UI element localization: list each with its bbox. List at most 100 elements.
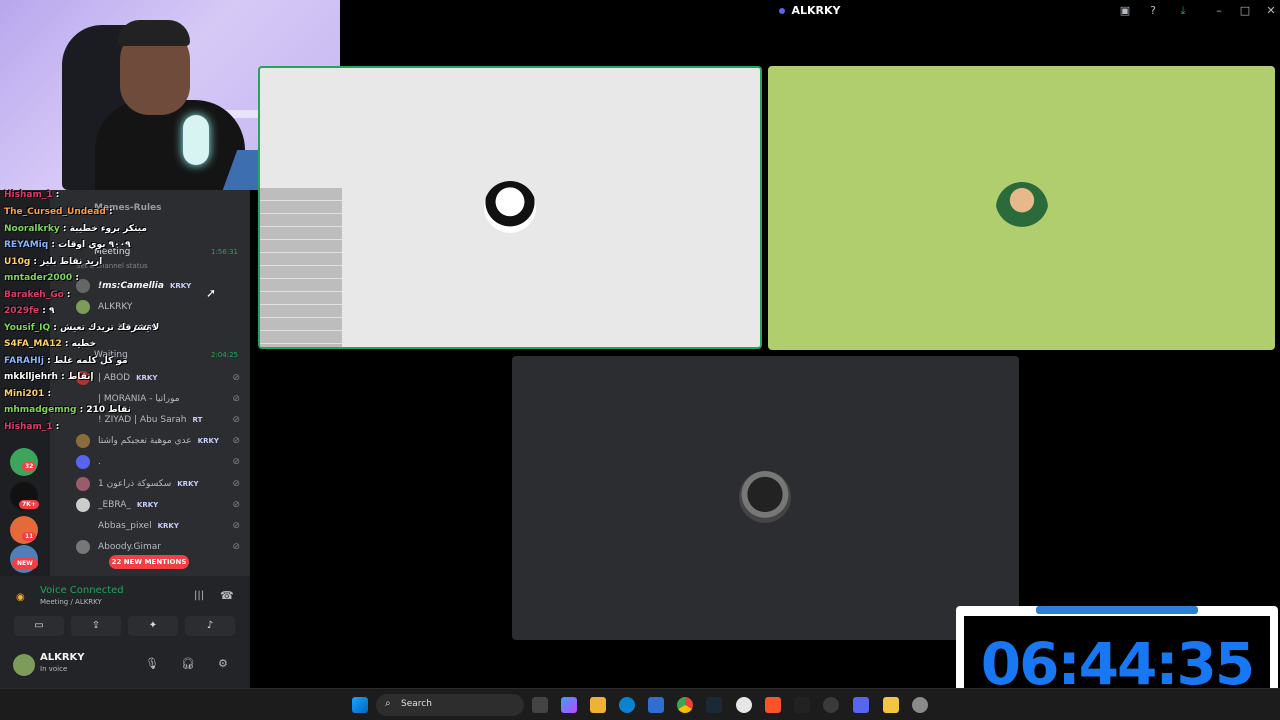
- screen-share-icon[interactable]: ▣: [1118, 4, 1132, 18]
- participant-tile[interactable]: [768, 66, 1275, 350]
- chat-message: Hisham_1 :: [4, 190, 60, 200]
- discord-icon[interactable]: [853, 697, 869, 713]
- disconnect-icon[interactable]: ☎: [220, 589, 234, 602]
- settings-icon[interactable]: [912, 697, 928, 713]
- discord-logo-icon: [779, 8, 786, 14]
- chat-message: U10g : اريد نقاط بليز: [4, 257, 103, 267]
- notes-icon[interactable]: [883, 697, 899, 713]
- avatar: [76, 477, 90, 491]
- member-row[interactable]: 1 سكسوكة ذراعون KRKY ⊘: [76, 474, 246, 494]
- member-row[interactable]: ALKRKY: [76, 297, 246, 317]
- avatar: [76, 519, 90, 533]
- deafened-icon: ⊘: [232, 373, 240, 383]
- avatar: [76, 413, 90, 427]
- deafened-icon: ⊘: [232, 542, 240, 552]
- deafened-icon: ⊘: [232, 457, 240, 467]
- copilot-icon[interactable]: [561, 697, 577, 713]
- connection-icon: ◉: [16, 592, 25, 603]
- member-row[interactable]: عدي موهبة تعجبكم واشتا KRKY ⊘: [76, 431, 246, 451]
- discord-app: ALKRKY ▣ ? ⤓ – □ ✕ 32 7K+ 11 NEW Memes-R…: [0, 0, 1280, 688]
- noise-suppression-icon[interactable]: |||: [194, 590, 204, 601]
- taskbar-search[interactable]: ⌕ Search: [376, 694, 524, 716]
- edge-icon[interactable]: [619, 697, 635, 713]
- app-icon[interactable]: [823, 697, 839, 713]
- member-row[interactable]: Aboody.Gimar ⊘: [76, 537, 246, 557]
- screen-share-button[interactable]: ⇪: [71, 616, 121, 636]
- voice-location: Meeting / ALKRKY: [40, 598, 102, 606]
- mouse-cursor-icon: ➚: [206, 286, 217, 300]
- deafened-icon: ⊘: [232, 479, 240, 489]
- voice-connected-status[interactable]: Voice Connected: [40, 585, 124, 596]
- avatar: [76, 300, 90, 314]
- user-name: ALKRKY: [40, 652, 85, 663]
- microphone-icon[interactable]: 🎙︎: [145, 657, 159, 670]
- window-title: ALKRKY: [340, 4, 1280, 17]
- chat-message: Nooralkrky : مبتكر بروء خطيبة: [4, 224, 147, 234]
- activities-button[interactable]: ✦: [128, 616, 178, 636]
- title-bar: ALKRKY ▣ ? ⤓ – □ ✕: [340, 0, 1280, 22]
- close-button[interactable]: ✕: [1264, 4, 1278, 18]
- help-icon[interactable]: ?: [1146, 4, 1160, 18]
- participant-avatar: [739, 471, 791, 523]
- chat-message: Barakeh_Go :: [4, 290, 71, 300]
- brave-icon[interactable]: [765, 697, 781, 713]
- server-badge: 11: [22, 532, 37, 541]
- shared-screen-strip: [260, 188, 342, 347]
- chat-message: mkklljehrh : إنقاط: [4, 372, 94, 382]
- soundboard-button[interactable]: ♪: [185, 616, 235, 636]
- server-badge-new: NEW: [12, 558, 38, 569]
- member-row[interactable]: . ⊘: [76, 452, 246, 472]
- deafened-icon: ⊘: [232, 436, 240, 446]
- timer-top-bar: [1036, 606, 1198, 614]
- file-explorer-icon[interactable]: [590, 697, 606, 713]
- chat-message: 2029fe : ٩: [4, 306, 55, 316]
- windows-start-icon[interactable]: [352, 697, 368, 713]
- avatar: [76, 434, 90, 448]
- maximize-button[interactable]: □: [1238, 4, 1252, 18]
- user-avatar[interactable]: [13, 654, 35, 676]
- settings-gear-icon[interactable]: ⚙: [218, 657, 228, 670]
- chat-message: Mini201 :: [4, 389, 52, 399]
- member-row[interactable]: !ms:Camellia KRKY: [76, 276, 246, 296]
- windows-taskbar: ⌕ Search: [0, 688, 1280, 720]
- steam-icon[interactable]: [706, 697, 722, 713]
- new-mentions-pill[interactable]: 22 NEW MENTIONS: [109, 555, 189, 569]
- participant-avatar: [484, 181, 536, 233]
- deafened-icon: ⊘: [232, 521, 240, 531]
- headphones-icon[interactable]: 🎧︎: [181, 657, 195, 670]
- member-row[interactable]: | ABOD KRKY ⊘: [76, 368, 246, 388]
- deafened-icon: ⊘: [232, 394, 240, 404]
- participant-tile-speaking[interactable]: [258, 66, 762, 349]
- chat-message: Yousif_IQ : لا يشرقك تريدك تعيش: [4, 323, 160, 333]
- chat-message: REYAMiq : ٩٠٠٩ بوي اوقات: [4, 240, 131, 250]
- user-status: In voice: [40, 665, 68, 673]
- store-icon[interactable]: [648, 697, 664, 713]
- minimize-button[interactable]: –: [1212, 4, 1226, 18]
- chrome-icon[interactable]: [677, 697, 693, 713]
- avatar: [76, 540, 90, 554]
- obs-icon[interactable]: [736, 697, 752, 713]
- chat-message: mhmadgemng : 210 نقاط: [4, 405, 131, 415]
- camera-off-button[interactable]: ▭: [14, 616, 64, 636]
- participant-avatar: [996, 182, 1048, 234]
- deafened-icon: ⊘: [232, 500, 240, 510]
- avatar: [76, 455, 90, 469]
- download-icon[interactable]: ⤓: [1176, 4, 1190, 18]
- search-icon: ⌕: [385, 698, 391, 709]
- chat-message: S4FA_MA12 : خطيه: [4, 339, 97, 349]
- deafened-icon: ⊘: [232, 415, 240, 425]
- voice-panel: ◉ Voice Connected Meeting / ALKRKY ||| ☎…: [0, 576, 250, 688]
- participant-tile[interactable]: [512, 356, 1019, 640]
- server-badge: 32: [22, 462, 37, 471]
- member-row[interactable]: Abbas_pixel KRKY ⊘: [76, 516, 246, 536]
- chat-message: Hisham_1 :: [4, 422, 60, 432]
- chat-message: mntader2000 :: [4, 273, 79, 283]
- capcut-icon[interactable]: [794, 697, 810, 713]
- avatar: [76, 498, 90, 512]
- task-view-icon[interactable]: [532, 697, 548, 713]
- chat-message: The_Cursed_Undead :: [4, 207, 113, 217]
- chat-message: FARAHIj : مو كل كلمه غلط: [4, 356, 128, 366]
- server-badge: 7K+: [19, 500, 39, 509]
- member-row[interactable]: _EBRA_ KRKY ⊘: [76, 495, 246, 515]
- avatar: [76, 392, 90, 406]
